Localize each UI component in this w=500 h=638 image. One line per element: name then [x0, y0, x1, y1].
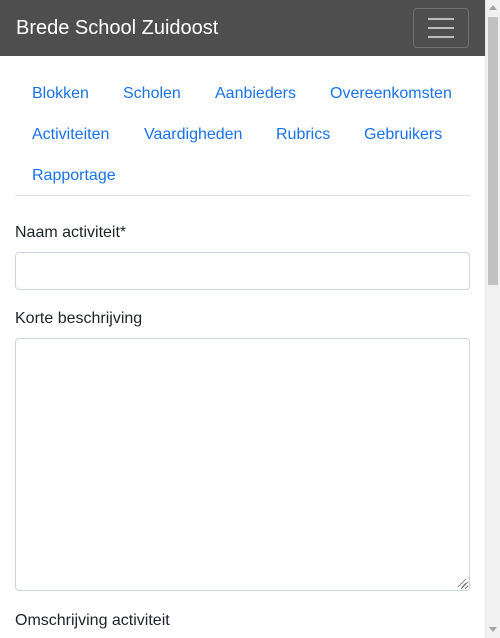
hamburger-menu-icon-bar-2 [428, 27, 454, 29]
section-nav: Blokken Scholen Aanbieders Overeenkomste… [15, 72, 470, 196]
scroll-down-arrow-icon[interactable] [489, 627, 497, 632]
nav-link-vaardigheden[interactable]: Vaardigheden [144, 125, 242, 145]
top-navbar: Brede School Zuidoost [0, 0, 485, 56]
scroll-up-arrow-icon[interactable] [489, 5, 497, 10]
nav-link-overeenkomsten[interactable]: Overeenkomsten [330, 84, 452, 104]
page-scrollbar[interactable] [485, 0, 500, 638]
hamburger-menu-icon [428, 18, 454, 20]
nav-link-scholen[interactable]: Scholen [123, 84, 181, 104]
short-description-label: Korte beschrijving [15, 310, 143, 327]
nav-link-rapportage[interactable]: Rapportage [32, 166, 116, 186]
nav-link-blokken[interactable]: Blokken [32, 84, 89, 104]
short-description-textarea[interactable] [15, 338, 470, 591]
description-label: Omschrijving activiteit [15, 612, 170, 629]
hamburger-menu-icon-bar-3 [428, 36, 454, 38]
name-field-label: Naam activiteit* [15, 224, 127, 241]
navbar-brand[interactable]: Brede School Zuidoost [16, 16, 218, 40]
nav-link-rubrics[interactable]: Rubrics [276, 125, 330, 145]
nav-link-activiteiten[interactable]: Activiteiten [32, 125, 109, 145]
name-field[interactable] [15, 252, 470, 290]
nav-link-gebruikers[interactable]: Gebruikers [364, 125, 442, 145]
navbar-toggler-button[interactable] [413, 8, 469, 48]
scrollbar-thumb[interactable] [488, 17, 498, 285]
resize-handle-icon[interactable] [457, 578, 467, 588]
nav-link-aanbieders[interactable]: Aanbieders [215, 84, 296, 104]
